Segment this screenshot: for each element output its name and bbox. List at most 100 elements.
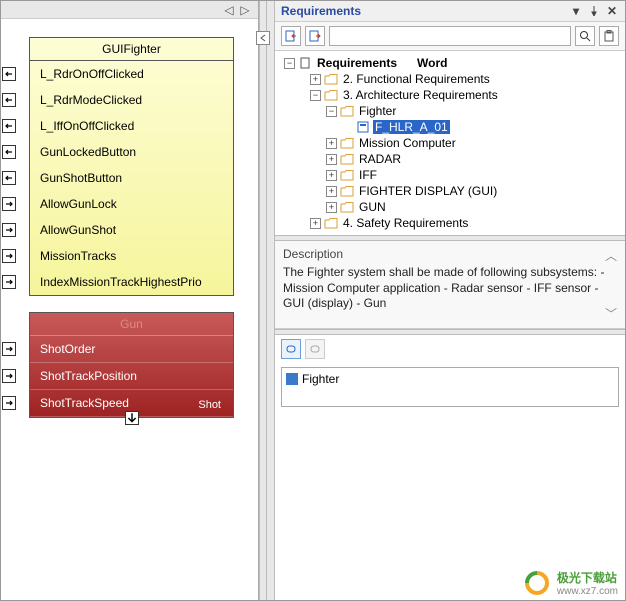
tree-expander[interactable]: − bbox=[326, 106, 337, 117]
tree-expander[interactable]: + bbox=[326, 186, 337, 197]
pin-icon[interactable] bbox=[587, 4, 601, 18]
tree-row[interactable]: + RADAR bbox=[277, 151, 623, 167]
tree-expander[interactable]: + bbox=[326, 202, 337, 213]
port-label: AllowGunShot bbox=[40, 223, 116, 237]
gun-bottom-port-label: Shot bbox=[198, 399, 221, 411]
dropdown-icon[interactable]: ▾ bbox=[569, 4, 583, 18]
tree-label: F_HLR_A_01 bbox=[373, 120, 450, 134]
gui-port-row[interactable]: IndexMissionTrackHighestPrio bbox=[30, 269, 233, 295]
port-label: GunShotButton bbox=[40, 171, 122, 185]
port-arrow-icon[interactable] bbox=[2, 342, 16, 356]
tree-row[interactable]: +GUN bbox=[277, 199, 623, 215]
description-section: ︿ Description The Fighter system shall b… bbox=[275, 241, 625, 329]
gui-port-row[interactable]: L_RdrModeClicked bbox=[30, 87, 233, 113]
port-label: GunLockedButton bbox=[40, 145, 136, 159]
vertical-splitter[interactable] bbox=[259, 1, 267, 600]
port-arrow-icon[interactable] bbox=[2, 145, 16, 159]
tree-expander[interactable]: + bbox=[326, 154, 337, 165]
tree-expander[interactable]: + bbox=[310, 218, 321, 229]
tree-expander[interactable]: + bbox=[310, 74, 321, 85]
splitter-collapse-icon[interactable] bbox=[256, 31, 270, 45]
search-button[interactable] bbox=[575, 26, 595, 46]
tree-header-row: − Requirements Word bbox=[277, 55, 623, 71]
port-arrow-icon[interactable] bbox=[2, 171, 16, 185]
link-active-button[interactable] bbox=[281, 339, 301, 359]
link-item-label: Fighter bbox=[302, 372, 339, 386]
port-arrow-icon[interactable] bbox=[2, 93, 16, 107]
folder-icon bbox=[324, 73, 338, 85]
gun-block[interactable]: Gun ShotOrderShotTrackPositionShotTrackS… bbox=[29, 312, 234, 418]
tree-row[interactable]: −3. Architecture Requirements bbox=[277, 87, 623, 103]
close-icon[interactable]: ✕ bbox=[605, 4, 619, 18]
gui-port-row[interactable]: MissionTracks bbox=[30, 243, 233, 269]
port-arrow-icon[interactable] bbox=[2, 197, 16, 211]
import-button[interactable] bbox=[281, 26, 301, 46]
requirements-panel: Requirements ▾ ✕ − Re bbox=[275, 1, 625, 600]
tree-label: Fighter bbox=[357, 104, 398, 118]
link-item[interactable]: Fighter bbox=[286, 372, 614, 386]
scroll-up-icon[interactable]: ︿ bbox=[605, 247, 617, 264]
link-item-icon bbox=[286, 373, 298, 385]
gutter-strip bbox=[267, 1, 275, 600]
port-label: L_RdrModeClicked bbox=[40, 93, 142, 107]
gui-port-row[interactable]: AllowGunShot bbox=[30, 217, 233, 243]
tree-expander[interactable]: + bbox=[326, 170, 337, 181]
port-arrow-icon[interactable] bbox=[2, 369, 16, 383]
scroll-down-icon[interactable]: ﹀ bbox=[605, 305, 617, 322]
link-disabled-button[interactable] bbox=[305, 339, 325, 359]
tree-label: RADAR bbox=[357, 152, 403, 166]
tree-expander-empty bbox=[342, 122, 353, 133]
gun-port-row[interactable]: ShotOrder bbox=[30, 336, 233, 363]
doc-icon bbox=[298, 57, 312, 69]
port-label: IndexMissionTrackHighestPrio bbox=[40, 275, 202, 289]
tree-label: IFF bbox=[357, 168, 379, 182]
gun-port-row[interactable]: ShotTrackPosition bbox=[30, 363, 233, 390]
description-title: Description bbox=[283, 247, 617, 261]
tree-row[interactable]: − Fighter bbox=[277, 103, 623, 119]
gui-fighter-block[interactable]: GUIFighter L_RdrOnOffClicked L_RdrModeCli… bbox=[29, 37, 234, 296]
port-arrow-icon[interactable] bbox=[2, 223, 16, 237]
port-label: L_IffOnOffClicked bbox=[40, 119, 134, 133]
tree-expander[interactable]: − bbox=[310, 90, 321, 101]
root-expander[interactable]: − bbox=[284, 58, 295, 69]
requirements-tree[interactable]: − Requirements Word +2. Functional Requi… bbox=[275, 51, 625, 235]
nav-right-icon[interactable]: ▷ bbox=[240, 5, 250, 15]
watermark-title: 极光下载站 bbox=[557, 571, 617, 585]
tree-row[interactable]: +FIGHTER DISPLAY (GUI) bbox=[277, 183, 623, 199]
port-arrow-icon[interactable] bbox=[2, 67, 16, 81]
port-arrow-icon[interactable] bbox=[2, 119, 16, 133]
export-button[interactable] bbox=[305, 26, 325, 46]
gun-block-title: Gun bbox=[30, 313, 233, 336]
link-list[interactable]: Fighter bbox=[281, 367, 619, 407]
port-arrow-icon[interactable] bbox=[2, 249, 16, 263]
folder-icon bbox=[340, 169, 354, 181]
gui-port-row[interactable]: AllowGunLock bbox=[30, 191, 233, 217]
gui-port-row[interactable]: L_IffOnOffClicked bbox=[30, 113, 233, 139]
tree-label: 2. Functional Requirements bbox=[341, 72, 492, 86]
search-input[interactable] bbox=[329, 26, 571, 46]
folder-icon bbox=[340, 153, 354, 165]
tree-row[interactable]: +2. Functional Requirements bbox=[277, 71, 623, 87]
watermark-logo-icon bbox=[523, 569, 551, 597]
watermark: 极光下载站 www.xz7.com bbox=[523, 569, 618, 597]
folder-icon bbox=[340, 137, 354, 149]
gui-port-row[interactable]: L_RdrOnOffClicked bbox=[30, 61, 233, 87]
diagram-panel: ◁ ▷ GUIFighter L_RdrOnOffClicked L_RdrMod… bbox=[1, 1, 259, 600]
nav-left-icon[interactable]: ◁ bbox=[224, 5, 234, 15]
clipboard-button[interactable] bbox=[599, 26, 619, 46]
diagram-nav-arrows: ◁ ▷ bbox=[1, 1, 258, 19]
tree-row[interactable]: + IFF bbox=[277, 167, 623, 183]
tree-row[interactable]: +4. Safety Requirements bbox=[277, 215, 623, 231]
diagram-canvas[interactable]: GUIFighter L_RdrOnOffClicked L_RdrModeCli… bbox=[1, 19, 258, 600]
tree-row[interactable]: F_HLR_A_01 bbox=[277, 119, 623, 135]
port-arrow-icon[interactable] bbox=[2, 396, 16, 410]
gui-port-row[interactable]: GunShotButton bbox=[30, 165, 233, 191]
tree-header-col1: Requirements bbox=[315, 56, 399, 70]
port-label: ShotTrackPosition bbox=[40, 369, 137, 383]
gui-block-title: GUIFighter bbox=[30, 38, 233, 61]
gui-port-row[interactable]: GunLockedButton bbox=[30, 139, 233, 165]
tree-row[interactable]: +Mission Computer bbox=[277, 135, 623, 151]
tree-expander[interactable]: + bbox=[326, 138, 337, 149]
gun-bottom-port[interactable] bbox=[125, 411, 139, 425]
port-arrow-icon[interactable] bbox=[2, 275, 16, 289]
